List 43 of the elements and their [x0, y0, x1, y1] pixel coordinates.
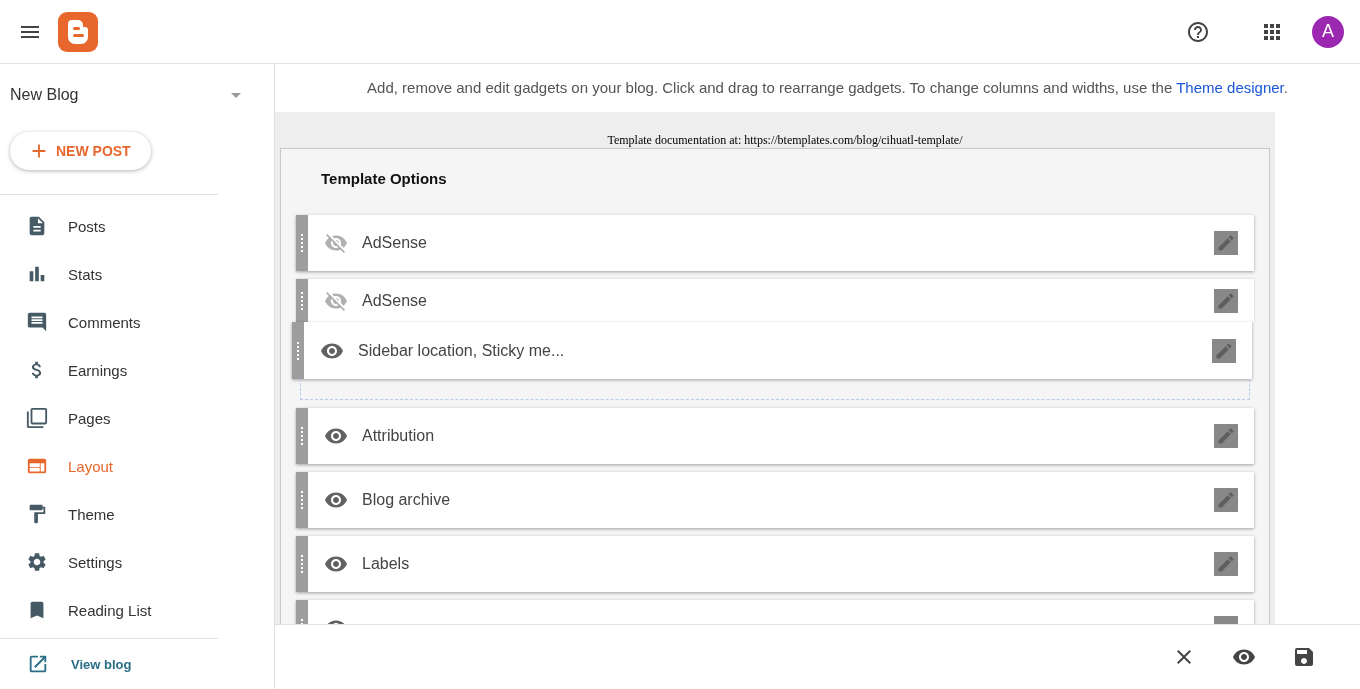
pencil-icon — [1216, 490, 1236, 510]
gadget-title: AdSense — [362, 291, 428, 310]
comment-icon — [26, 311, 48, 333]
drag-handle[interactable] — [296, 408, 308, 464]
user-avatar[interactable]: A — [1312, 15, 1344, 48]
gadget-title: AdSense — [362, 234, 428, 252]
nav-item[interactable]: Pages — [0, 394, 274, 442]
nav-item[interactable]: Earnings — [0, 346, 274, 394]
pages-icon — [26, 407, 48, 429]
external-link-icon — [27, 653, 49, 675]
gadget-title: Sidebar location, Sticky me... — [358, 341, 566, 360]
nav-item[interactable]: Stats — [0, 250, 274, 298]
theme-designer-link[interactable]: Theme designer — [1176, 79, 1284, 96]
drag-handle[interactable] — [296, 279, 308, 322]
gadget-title: Blog archive — [362, 491, 452, 509]
section-title: Template Options — [320, 169, 448, 189]
drag-handle[interactable] — [296, 472, 308, 528]
edit-button[interactable] — [1214, 288, 1238, 313]
drag-handle[interactable] — [296, 536, 308, 592]
nav-item[interactable]: Theme — [0, 490, 274, 538]
logo-icon[interactable] — [58, 11, 98, 52]
eye-off-icon[interactable] — [324, 231, 348, 255]
nav-item[interactable]: Reading List — [0, 586, 274, 634]
gadget-title: Labels — [362, 555, 411, 573]
pencil-icon — [1216, 426, 1236, 446]
save-icon[interactable] — [1292, 645, 1316, 669]
settings-icon — [26, 551, 48, 573]
view-blog-link[interactable]: View blog — [0, 639, 274, 689]
nav-item[interactable]: Settings — [0, 538, 274, 586]
edit-button[interactable] — [1212, 338, 1236, 363]
drag-handle[interactable] — [292, 322, 304, 379]
intro-text: Add, remove and edit gadgets on your blog. Click and drag to rearrange gadgets. To change columns and widths, use the Theme designer. — [366, 78, 1289, 98]
nav-item[interactable]: Posts — [0, 202, 274, 250]
nav-item[interactable]: Comments — [0, 298, 274, 346]
drag-handle[interactable] — [296, 215, 308, 271]
pencil-icon — [1214, 340, 1234, 361]
blog-name: New Blog — [10, 86, 79, 104]
gadget-title: Attribution — [362, 427, 436, 445]
pencil-icon — [1216, 290, 1236, 311]
pencil-icon — [1216, 554, 1236, 574]
help-icon[interactable] — [1186, 19, 1210, 44]
template-note: Template documentation at: https://btemplates.com/blog/cihuatl-template/ — [606, 132, 964, 148]
pencil-icon — [1216, 233, 1236, 253]
